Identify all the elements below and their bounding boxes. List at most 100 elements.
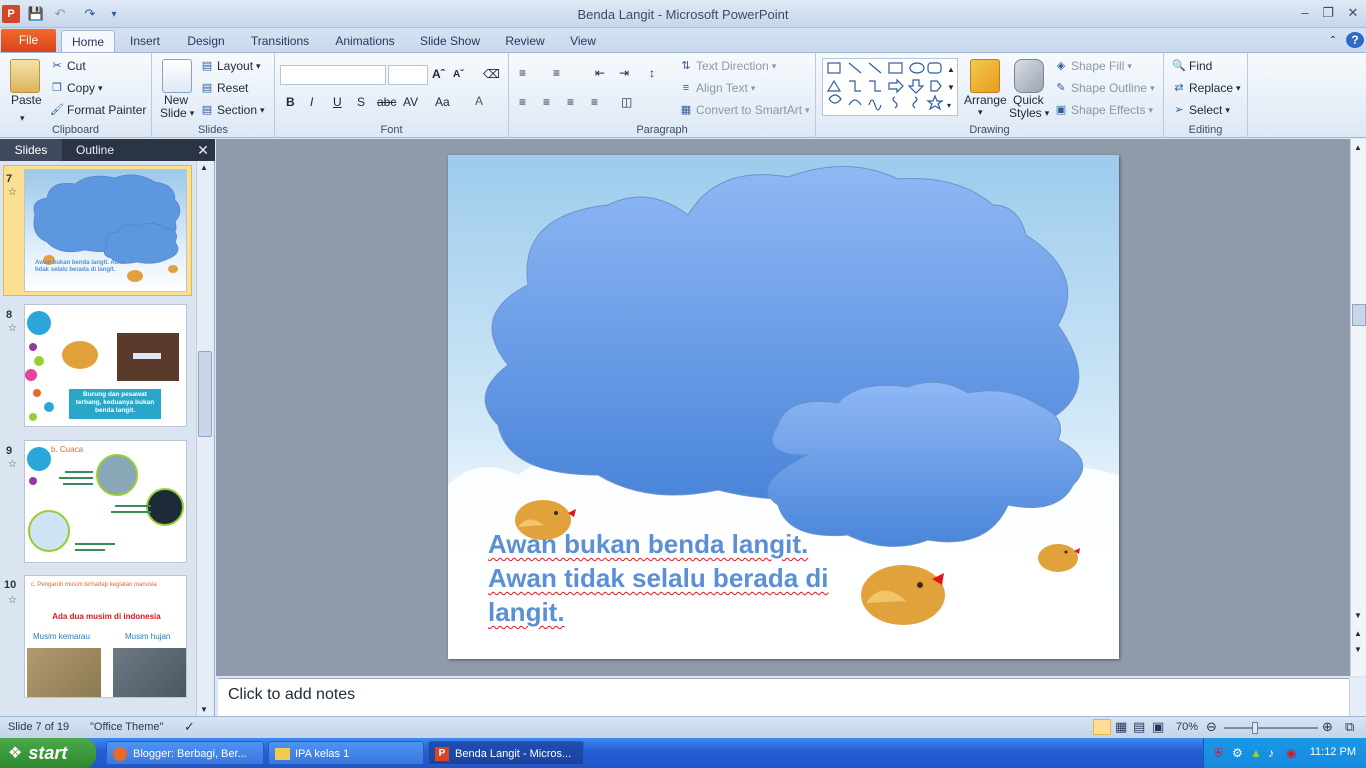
security-icon[interactable]: ◉ — [1286, 746, 1296, 760]
underline-icon[interactable]: U — [333, 95, 342, 109]
find-button[interactable]: 🔍 Find — [1172, 59, 1212, 73]
reset-button[interactable]: ▤ Reset — [200, 81, 249, 95]
tab-review[interactable]: Review — [498, 30, 552, 52]
tab-view[interactable]: View — [562, 30, 604, 52]
new-slide-icon[interactable] — [162, 59, 192, 93]
slide-show-icon[interactable]: ▣ — [1152, 719, 1164, 735]
normal-view-icon[interactable] — [1093, 719, 1111, 735]
text-direction-button[interactable]: ⇅ Text Direction ▾ — [679, 59, 776, 73]
change-case-icon[interactable]: Aa — [435, 95, 450, 109]
editor-scroll-up-icon[interactable]: ▲ — [1354, 143, 1362, 152]
shield-icon[interactable]: ⛨ — [1214, 746, 1223, 761]
font-color-icon[interactable]: A — [475, 94, 483, 108]
justify-icon[interactable]: ≡ — [591, 95, 598, 109]
align-text-button[interactable]: ≡ Align Text ▾ — [679, 81, 756, 95]
slide-text-box[interactable]: Awan bukan benda langit. Awan tidak sela… — [488, 527, 918, 629]
copy-button[interactable]: ❐ Copy ▾ — [50, 81, 102, 95]
line-spacing-icon[interactable]: ↕ — [649, 66, 655, 80]
network-icon[interactable]: ⚙ — [1232, 746, 1243, 760]
slide-thumbnail-7[interactable]: Awan bukan benda langit. Awan tidak sela… — [24, 169, 187, 292]
font-name-combo[interactable] — [280, 65, 386, 85]
editor-scroll-down-icon[interactable]: ▼ — [1354, 611, 1362, 620]
editor-scroll-thumb[interactable] — [1352, 304, 1366, 326]
warning-icon[interactable]: ▲ — [1250, 746, 1262, 760]
tab-animations[interactable]: Animations — [328, 30, 402, 52]
replace-button[interactable]: ⇄ Replace ▾ — [1172, 81, 1240, 95]
taskbar-item-powerpoint[interactable]: P Benda Langit - Micros... — [428, 741, 584, 765]
arrange-dropdown-icon[interactable]: ▾ — [978, 107, 983, 118]
minimize-button[interactable]: – — [1294, 4, 1316, 22]
quick-styles-icon[interactable] — [1014, 59, 1044, 93]
slide-thumbnail-8[interactable]: Burung dan pesawat terbang, keduanya buk… — [24, 304, 187, 427]
tab-insert[interactable]: Insert — [122, 30, 168, 52]
align-right-icon[interactable]: ≡ — [567, 95, 574, 109]
bullets-icon[interactable]: ≡ — [519, 66, 526, 80]
editor-scrollbar[interactable]: ▲ ▼ ▲ ▼ — [1350, 139, 1366, 676]
start-button[interactable]: ❖ start — [0, 738, 96, 768]
zoom-slider[interactable] — [1224, 727, 1318, 729]
tab-design[interactable]: Design — [180, 30, 232, 52]
next-slide-icon[interactable]: ▼ — [1354, 645, 1362, 654]
shape-effects-button[interactable]: ▣ Shape Effects ▾ — [1054, 103, 1153, 117]
current-slide[interactable]: Awan bukan benda langit. Awan tidak sela… — [448, 155, 1119, 659]
collapse-ribbon-icon[interactable]: ⌃ — [1324, 30, 1342, 52]
taskbar-item-folder[interactable]: IPA kelas 1 — [268, 741, 424, 765]
section-button[interactable]: ▤ Section ▾ — [200, 103, 265, 117]
help-icon[interactable]: ? — [1346, 32, 1364, 48]
notes-pane[interactable]: Click to add notes — [218, 678, 1349, 716]
shapes-gallery[interactable] — [822, 58, 958, 116]
shapes-scroll-up-icon[interactable]: ▲ — [947, 65, 955, 74]
taskbar-item-browser[interactable]: Blogger: Berbagi, Ber... — [106, 741, 264, 765]
strikethrough-icon[interactable]: abc — [377, 95, 396, 109]
shapes-more-icon[interactable]: ▾ — [947, 101, 951, 110]
bold-icon[interactable]: B — [286, 95, 295, 109]
tab-transitions[interactable]: Transitions — [244, 30, 316, 52]
scroll-down-icon[interactable]: ▼ — [200, 705, 208, 714]
arrange-button[interactable]: Arrange — [964, 93, 1007, 107]
zoom-level[interactable]: 70% — [1176, 721, 1198, 733]
fit-to-window-icon[interactable]: ⧉ — [1345, 719, 1354, 735]
new-slide-button[interactable]: Slide ▾ — [160, 106, 194, 120]
select-button[interactable]: ➢ Select ▾ — [1172, 103, 1230, 117]
clock[interactable]: 11:12 PM — [1310, 746, 1356, 758]
reading-view-icon[interactable]: ▤ — [1133, 719, 1145, 735]
align-left-icon[interactable]: ≡ — [519, 95, 526, 109]
shrink-font-icon[interactable]: Aˇ — [453, 69, 464, 80]
paste-icon[interactable] — [10, 59, 40, 93]
scroll-up-icon[interactable]: ▲ — [200, 163, 208, 172]
format-painter-button[interactable]: 🖌 Format Painter — [50, 103, 146, 117]
quick-styles-label-1[interactable]: Quick — [1013, 93, 1044, 107]
shape-fill-button[interactable]: ◈ Shape Fill ▾ — [1054, 59, 1132, 73]
new-slide-label-1[interactable]: New — [164, 93, 188, 107]
zoom-in-icon[interactable]: ⊕ — [1322, 719, 1333, 735]
character-spacing-icon[interactable]: AV — [403, 95, 418, 109]
notes-scrollbar[interactable] — [1349, 678, 1366, 716]
paste-button[interactable]: Paste — [11, 93, 42, 107]
quick-styles-button[interactable]: Styles ▾ — [1009, 106, 1049, 120]
tab-slides[interactable]: Slides — [0, 139, 62, 161]
previous-slide-icon[interactable]: ▲ — [1354, 629, 1362, 638]
panel-scrollbar[interactable]: ▲ ▼ — [196, 161, 213, 716]
convert-smartart-button[interactable]: ▦ Convert to SmartArt ▾ — [679, 103, 810, 117]
tab-home[interactable]: Home — [61, 30, 115, 52]
tab-outline[interactable]: Outline — [64, 139, 126, 161]
shapes-scroll-down-icon[interactable]: ▼ — [947, 83, 955, 92]
increase-indent-icon[interactable]: ⇥ — [619, 66, 629, 80]
spell-check-icon[interactable]: ✓ — [184, 719, 195, 735]
shadow-icon[interactable]: S — [357, 95, 365, 109]
grow-font-icon[interactable]: Aˆ — [432, 67, 445, 81]
slide-sorter-icon[interactable]: ▦ — [1115, 719, 1127, 735]
tab-file[interactable]: File — [1, 29, 56, 52]
slide-thumbnail-10[interactable]: c. Pengaruh musim terhadap kegiatan manu… — [24, 575, 187, 698]
cut-button[interactable]: ✂ Cut — [50, 59, 85, 73]
columns-icon[interactable]: ◫ — [621, 95, 632, 109]
numbering-icon[interactable]: ≡ — [553, 66, 560, 80]
zoom-slider-thumb[interactable] — [1252, 722, 1258, 734]
restore-button[interactable]: ❐ — [1317, 4, 1339, 22]
slide-thumbnail-9[interactable]: b. Cuaca — [24, 440, 187, 563]
paste-dropdown-icon[interactable]: ▾ — [20, 113, 25, 124]
close-window-button[interactable]: ✕ — [1342, 4, 1364, 22]
layout-button[interactable]: ▤ Layout ▾ — [200, 59, 261, 73]
decrease-indent-icon[interactable]: ⇤ — [595, 66, 605, 80]
panel-scroll-thumb[interactable] — [198, 351, 212, 437]
